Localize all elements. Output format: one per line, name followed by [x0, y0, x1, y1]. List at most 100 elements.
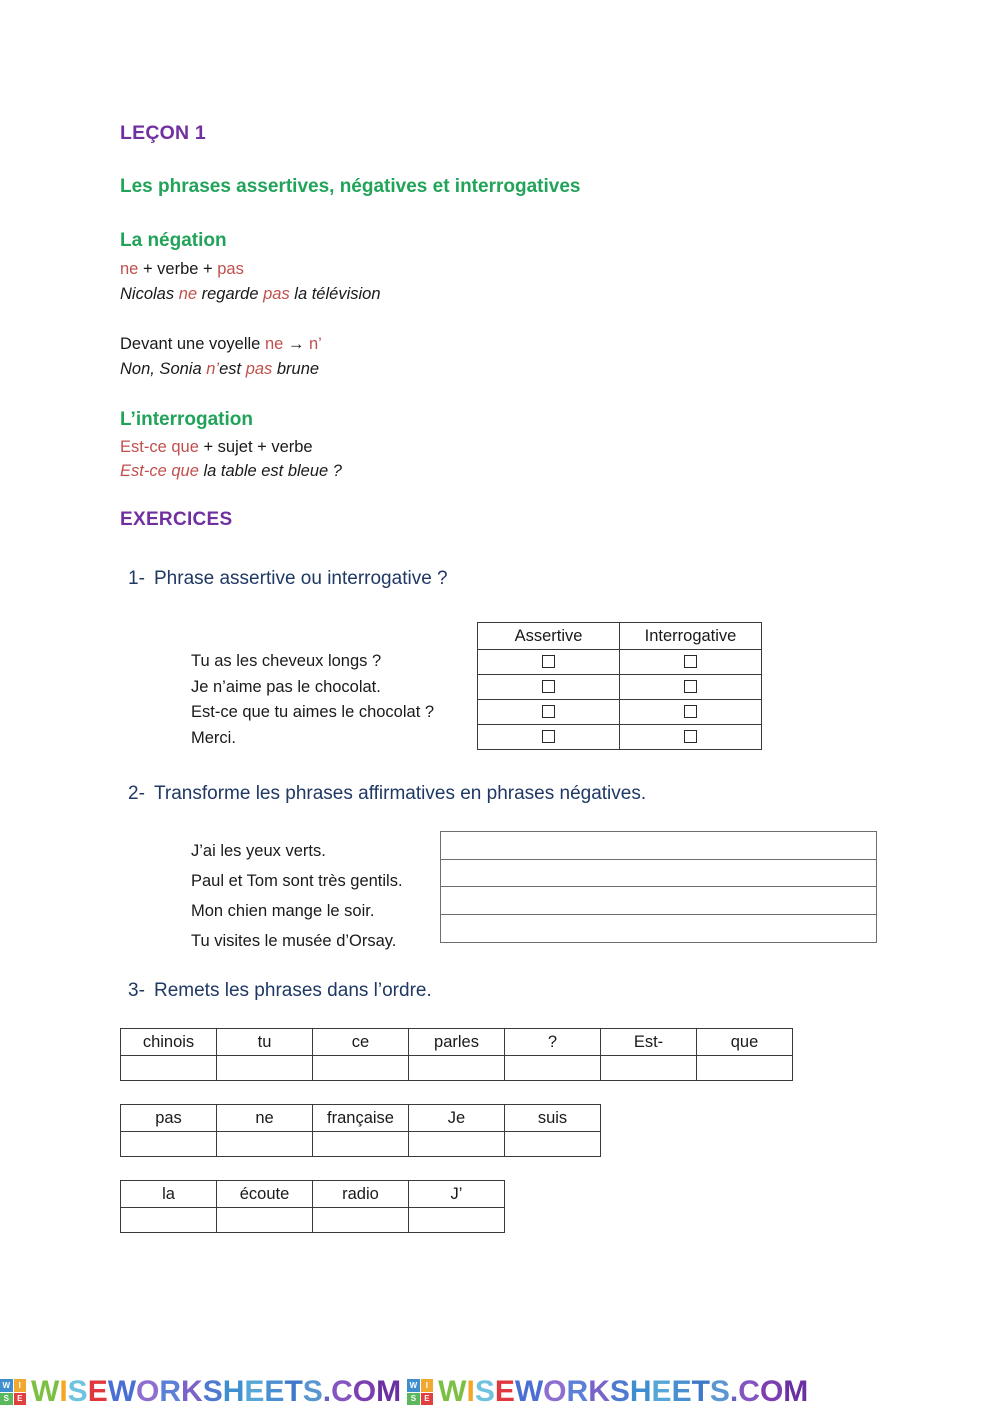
watermark-letter: S	[474, 1375, 495, 1408]
vowel-rule-napos: n’	[308, 335, 322, 353]
checkbox-icon[interactable]	[542, 705, 555, 719]
answer-row	[120, 1131, 601, 1157]
negation-example-pas: pas	[263, 285, 290, 303]
word-cell: pas	[120, 1104, 217, 1132]
exercise3-heading: 3- Remets les phrases dans l’ordre.	[128, 980, 432, 1002]
answer-cell[interactable]	[120, 1207, 217, 1233]
checkbox-icon[interactable]	[542, 730, 555, 744]
watermark-letter: R	[159, 1375, 182, 1408]
interrogation-formula-estceque: Est-ce que	[120, 438, 199, 456]
answer-cell[interactable]	[408, 1131, 505, 1157]
watermark-letter: E	[264, 1375, 285, 1408]
answer-cell[interactable]	[216, 1131, 313, 1157]
watermark-letter: E	[671, 1375, 692, 1408]
wise-logo-letter: I	[13, 1379, 26, 1392]
wise-logo-letter: W	[407, 1379, 420, 1392]
answer-cell[interactable]	[120, 1055, 217, 1081]
watermark-letter: W	[107, 1375, 137, 1408]
worksheet-page: LEÇON 1 Les phrases assertives, négative…	[0, 0, 1000, 1413]
checkbox-icon[interactable]	[542, 680, 555, 694]
cell-interrogative[interactable]	[619, 699, 762, 725]
exercise3-number: 3-	[128, 980, 145, 1001]
watermark-letter: E	[87, 1375, 108, 1408]
answer-cell[interactable]	[600, 1055, 697, 1081]
word-cell: parles	[408, 1028, 505, 1056]
list-item: Je n’aime pas le chocolat.	[191, 677, 381, 696]
word-cell: radio	[312, 1180, 409, 1208]
watermark-letter: M	[376, 1375, 402, 1408]
exercise2-title: Transforme les phrases affirmatives en p…	[154, 783, 647, 804]
answer-cell[interactable]	[504, 1055, 601, 1081]
table-row	[477, 724, 762, 750]
negation-formula-pas: pas	[217, 260, 244, 278]
answer-field[interactable]	[440, 886, 877, 916]
answer-field[interactable]	[440, 914, 877, 944]
answer-cell[interactable]	[312, 1207, 409, 1233]
watermark-letter: E	[244, 1375, 265, 1408]
word-cell: Est-	[600, 1028, 697, 1056]
word-cell: la	[120, 1180, 217, 1208]
word-order-table: la écoute radio J’	[120, 1180, 505, 1233]
negation-example-part3: la télévision	[289, 285, 381, 303]
word-cell: française	[312, 1104, 409, 1132]
watermark-letter: .	[322, 1375, 332, 1408]
watermark-text: WISEWORKSHEETS.COM	[31, 1377, 401, 1407]
answer-cell[interactable]	[312, 1055, 409, 1081]
cell-interrogative[interactable]	[619, 724, 762, 750]
answer-cell[interactable]	[312, 1131, 409, 1157]
vowel-example-pas: pas	[245, 360, 273, 378]
cell-interrogative[interactable]	[619, 649, 762, 675]
vowel-example-part3: brune	[272, 360, 320, 378]
cell-assertive[interactable]	[477, 674, 620, 700]
answer-cell[interactable]	[216, 1207, 313, 1233]
vowel-rule-part1: Devant une voyelle	[120, 335, 265, 353]
exercise1-sentence-list: Tu as les cheveux longs ? Je n’aime pas …	[191, 649, 434, 751]
negation-formula-mid: + verbe +	[138, 260, 218, 278]
watermark-letter: S	[67, 1375, 88, 1408]
answer-cell[interactable]	[504, 1131, 601, 1157]
answer-cell[interactable]	[120, 1131, 217, 1157]
word-cell: ce	[312, 1028, 409, 1056]
cell-interrogative[interactable]	[619, 674, 762, 700]
answer-cell[interactable]	[408, 1207, 505, 1233]
cell-assertive[interactable]	[477, 699, 620, 725]
cell-assertive[interactable]	[477, 724, 620, 750]
table-row	[477, 699, 762, 725]
answer-cell[interactable]	[216, 1055, 313, 1081]
table-row	[477, 674, 762, 700]
exercise1-heading: 1- Phrase assertive ou interrogative ?	[128, 568, 448, 590]
wise-logo-letter: S	[0, 1392, 13, 1405]
checkbox-icon[interactable]	[684, 705, 697, 719]
word-order-table: chinois tu ce parles? Est-que	[120, 1028, 793, 1081]
watermark-letter: T	[691, 1375, 710, 1408]
wise-logo-icon: WISE	[407, 1379, 434, 1405]
answer-field[interactable]	[440, 831, 877, 860]
negation-example-part2: regarde	[197, 285, 264, 303]
word-cell: tu	[216, 1028, 313, 1056]
answer-cell[interactable]	[696, 1055, 793, 1081]
checkbox-icon[interactable]	[684, 680, 697, 694]
watermark-letter: S	[609, 1375, 630, 1408]
list-item: Tu as les cheveux longs ?	[191, 652, 382, 670]
watermark-letter: I	[466, 1375, 475, 1408]
interrogation-formula: Est-ce que + sujet + verbe	[120, 438, 313, 457]
checkbox-icon[interactable]	[542, 655, 555, 669]
answer-field[interactable]	[440, 858, 877, 888]
watermark-letter: T	[284, 1375, 303, 1408]
word-cell: Je	[408, 1104, 505, 1132]
exercise2-number: 2-	[128, 783, 145, 804]
checkbox-icon[interactable]	[684, 655, 697, 669]
word-row: pas ne française Je suis	[120, 1104, 601, 1132]
table-row	[477, 649, 762, 675]
watermark-letter: R	[566, 1375, 589, 1408]
word-cell: écoute	[216, 1180, 313, 1208]
checkbox-icon[interactable]	[684, 730, 697, 744]
watermark-letter: O	[543, 1375, 567, 1408]
answer-cell[interactable]	[408, 1055, 505, 1081]
watermark-letter: S	[202, 1375, 223, 1408]
watermark-letter: K	[588, 1375, 610, 1408]
list-item: Mon chien mange le soir.	[191, 902, 375, 920]
cell-assertive[interactable]	[477, 649, 620, 675]
watermark-letter: C	[738, 1375, 760, 1408]
interrogation-example: Est-ce que la table est bleue ?	[120, 462, 342, 481]
